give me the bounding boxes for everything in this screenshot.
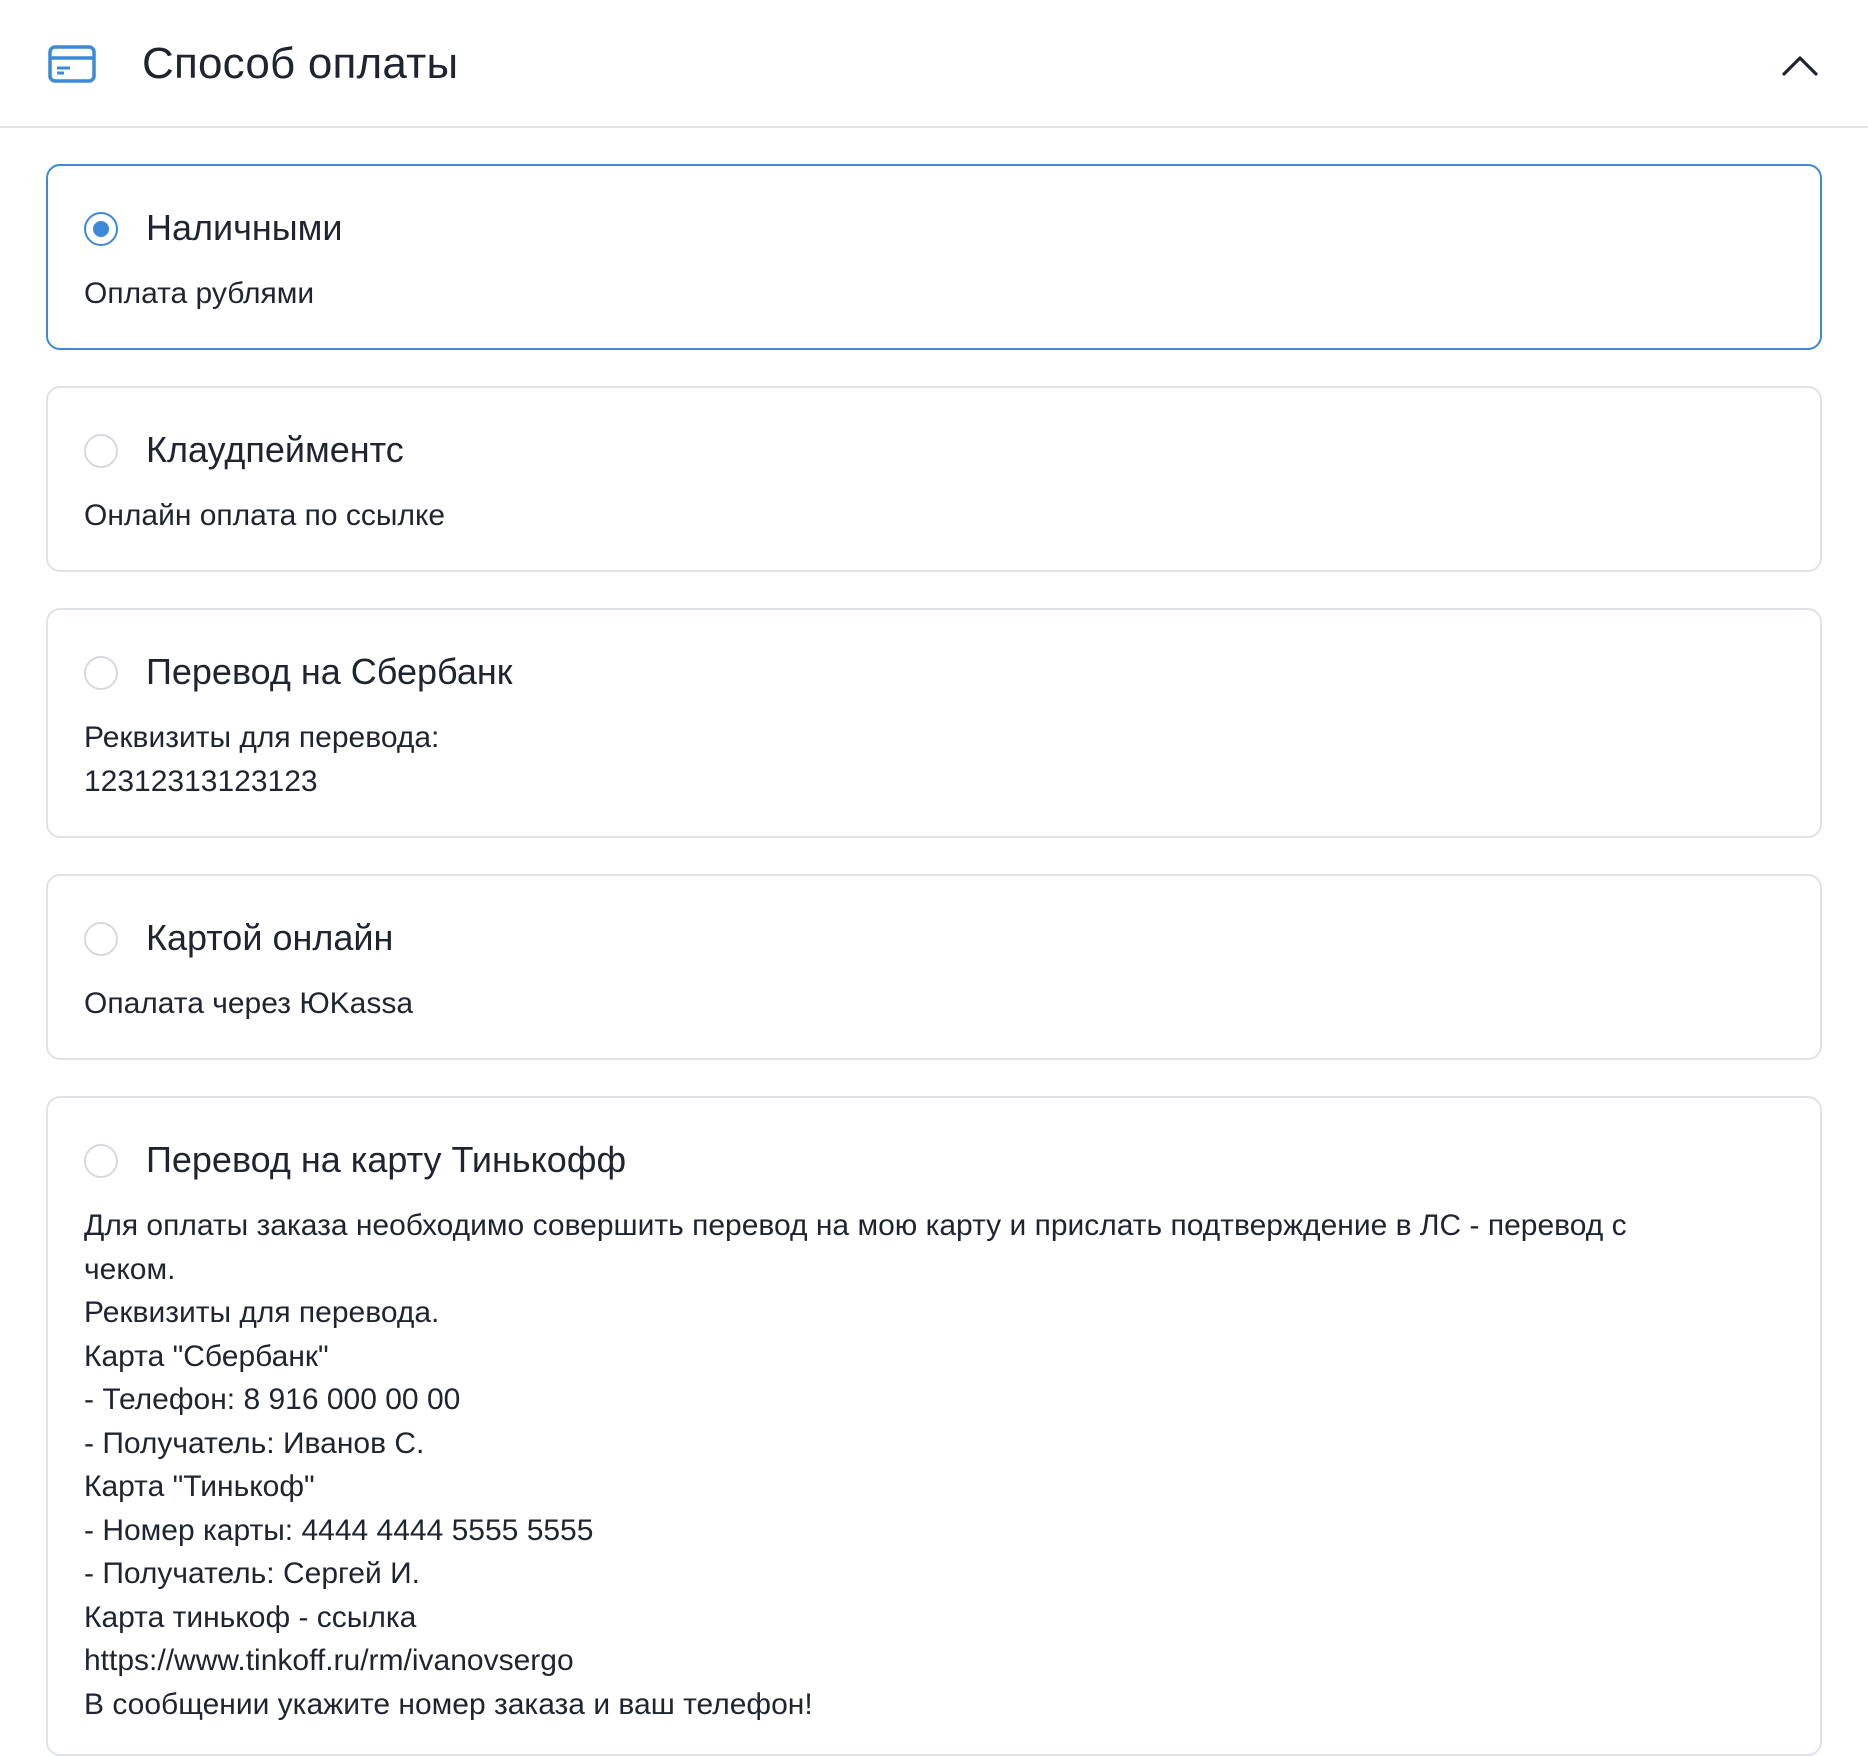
radio-button[interactable] <box>84 922 118 956</box>
option-description: Для оплаты заказа необходимо совершить п… <box>84 1209 1627 1721</box>
chevron-up-icon[interactable] <box>1780 52 1820 78</box>
payment-option-card-online[interactable]: Картой онлайн Опалата через ЮKassa <box>46 874 1822 1060</box>
radio-button[interactable] <box>84 656 118 690</box>
option-description: Опалата через ЮKassa <box>84 987 414 1020</box>
payment-option-cloudpayments[interactable]: Клаудпейментс Онлайн оплата по ссылке <box>46 386 1822 572</box>
radio-button[interactable] <box>84 434 118 468</box>
option-description: Онлайн оплата по ссылке <box>84 499 446 532</box>
radio-button[interactable] <box>84 212 118 246</box>
option-title: Перевод на Сбербанк <box>146 651 513 692</box>
payment-option-sberbank-transfer[interactable]: Перевод на Сбербанк Реквизиты для перево… <box>46 608 1822 838</box>
option-title: Клаудпейментс <box>146 429 404 470</box>
section-title: Способ оплаты <box>142 39 459 88</box>
option-description: Оплата рублями <box>84 277 315 310</box>
option-title: Наличными <box>146 207 343 248</box>
option-title: Картой онлайн <box>146 917 394 958</box>
option-title: Перевод на карту Тинькофф <box>146 1139 627 1180</box>
radio-button[interactable] <box>84 1144 118 1178</box>
payment-option-cash[interactable]: Наличными Оплата рублями <box>46 164 1822 350</box>
payment-method-header[interactable]: Способ оплаты <box>0 0 1868 128</box>
option-description: Реквизиты для перевода: 12312313123123 <box>84 721 440 798</box>
payment-option-tinkoff-transfer[interactable]: Перевод на карту Тинькофф Для оплаты зак… <box>46 1096 1822 1756</box>
credit-card-icon <box>48 45 96 83</box>
